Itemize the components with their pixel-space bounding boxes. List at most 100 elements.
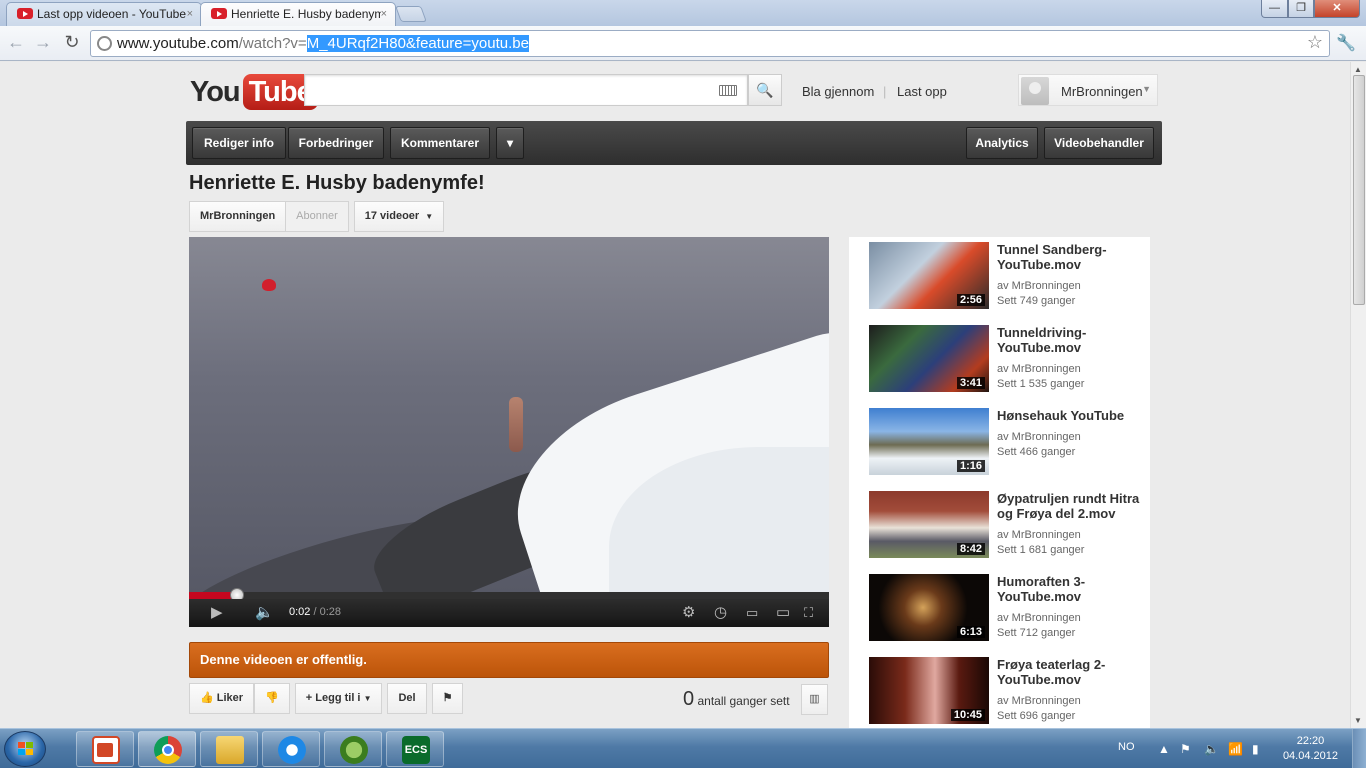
video-title-link[interactable]: Øypatruljen rundt Hitra og Frøya del 2.m… [997,491,1147,521]
taskbar-ie[interactable] [262,731,320,767]
search-input[interactable] [304,74,748,106]
close-window-button[interactable]: ✕ [1314,0,1360,18]
start-button[interactable] [4,731,46,767]
show-desktop-button[interactable] [1352,729,1366,768]
large-player-icon[interactable]: ▭ [776,603,790,621]
more-dropdown-button[interactable]: ▾ [496,127,524,159]
scroll-down-icon[interactable]: ▼ [1354,716,1362,725]
show-hidden-icons-icon[interactable]: ▲ [1158,742,1170,756]
video-thumbnail[interactable]: 2:56 [869,242,989,309]
chevron-down-icon: ▼ [363,694,372,703]
small-player-icon[interactable]: ▭ [746,605,758,621]
progress-bar[interactable] [189,588,829,602]
video-duration: 1:16 [956,460,985,472]
speaker-icon[interactable]: 🔈 [1204,742,1219,756]
dislike-button[interactable]: 👎 [254,683,290,714]
video-thumbnail[interactable]: 10:45 [869,657,989,724]
back-arrow-icon[interactable]: ← [4,31,28,55]
taskbar-ecs[interactable]: ECS [386,731,444,767]
video-title-link[interactable]: Frøya teaterlag 2-YouTube.mov [997,657,1147,687]
bookmark-star-icon[interactable]: ☆ [1307,32,1323,53]
enhancements-button[interactable]: Forbedringer [288,127,384,159]
play-icon[interactable]: ▶ [211,603,223,621]
action-center-flag-icon[interactable]: ⚑ [1180,742,1191,756]
related-video-item[interactable]: 10:45 Frøya teaterlag 2-YouTube.mov av M… [869,657,1149,725]
settings-gear-icon[interactable]: ⚙ [682,603,695,621]
stats-button[interactable]: ▥ [801,684,828,715]
video-person [509,397,523,452]
tab-close-icon[interactable]: × [187,3,193,25]
video-thumbnail[interactable]: 1:16 [869,408,989,475]
scrollbar-thumb[interactable] [1353,75,1365,305]
video-thumbnail[interactable]: 8:42 [869,491,989,558]
flag-button[interactable]: ⚑ [431,683,464,714]
address-bar[interactable]: www.youtube.com/watch?v=M_4URqf2H80&feat… [90,30,1330,57]
related-video-item[interactable]: 3:41 Tunneldriving-YouTube.mov av MrBron… [869,325,1149,393]
new-tab-button[interactable] [395,6,427,22]
thumbs-up-icon: 👍 [200,692,214,704]
maximize-button[interactable]: ❐ [1288,0,1314,18]
related-video-item[interactable]: 2:56 Tunnel Sandberg-YouTube.mov av MrBr… [869,242,1149,310]
related-video-item[interactable]: 6:13 Humoraften 3-YouTube.mov av MrBronn… [869,574,1149,642]
network-signal-icon[interactable]: 📶 [1228,742,1243,756]
upload-link[interactable]: Last opp [897,84,947,99]
watch-later-icon[interactable]: ◷ [714,603,727,621]
video-player[interactable]: ▶ 🔈 0:02 / 0:28 ⚙ ◷ ▭ ▭ ⛶ [189,237,829,627]
clock[interactable]: 22:20 04.04.2012 [1283,734,1338,764]
tab-last-opp-videoen[interactable]: Last opp videoen - YouTube × [6,2,202,26]
video-thumbnail[interactable]: 6:13 [869,574,989,641]
taskbar-explorer[interactable] [200,731,258,767]
taskbar-powerpoint[interactable] [76,731,134,767]
video-uploader[interactable]: av MrBronningen [997,431,1081,443]
thumbs-down-icon: 👎 [265,692,279,704]
channel-bar: MrBronningen Abonner 17 videoer ▼ [189,201,445,232]
taskbar-chrome[interactable] [138,731,196,767]
tab-henriette-video[interactable]: Henriette E. Husby badenymfe! × [200,2,396,26]
video-thumbnail[interactable]: 3:41 [869,325,989,392]
scroll-up-icon[interactable]: ▲ [1354,65,1362,74]
page-scrollbar[interactable]: ▲ ▼ [1350,62,1366,728]
add-to-button[interactable]: + Legg til i ▼ [294,683,383,714]
video-title-link[interactable]: Tunneldriving-YouTube.mov [997,325,1147,355]
volume-icon[interactable]: 🔈 [255,603,274,621]
language-indicator[interactable]: NO [1118,741,1135,753]
subscribe-button[interactable]: Abonner [286,201,349,232]
channel-link[interactable]: MrBronningen [189,201,287,232]
browse-link[interactable]: Bla gjennom [802,84,874,99]
user-menu[interactable]: MrBronningen ▼ [1018,74,1158,106]
comments-button[interactable]: Kommentarer [390,127,490,159]
related-video-item[interactable]: 8:42 Øypatruljen rundt Hitra og Frøya de… [869,491,1149,559]
battery-icon[interactable]: ▮ [1252,742,1259,756]
video-uploader[interactable]: av MrBronningen [997,529,1081,541]
video-uploader[interactable]: av MrBronningen [997,612,1081,624]
keyboard-icon[interactable] [719,85,737,96]
bar-chart-icon: ▥ [809,693,820,705]
wrench-menu-icon[interactable]: 🔧 [1336,33,1356,53]
share-button[interactable]: Del [387,683,427,714]
url-text[interactable]: www.youtube.com/watch?v=M_4URqf2H80&feat… [117,35,529,52]
edit-info-button[interactable]: Rediger info [192,127,286,159]
videos-dropdown[interactable]: 17 videoer ▼ [353,201,445,232]
video-frame[interactable] [189,237,829,592]
video-uploader[interactable]: av MrBronningen [997,280,1081,292]
forward-arrow-icon[interactable]: → [31,31,55,55]
analytics-button[interactable]: Analytics [966,127,1038,159]
video-views: Sett 1 681 ganger [997,544,1085,556]
tab-close-icon[interactable]: × [381,3,387,25]
fullscreen-icon[interactable]: ⛶ [804,605,813,621]
reload-icon[interactable]: ↻ [60,31,84,55]
video-uploader[interactable]: av MrBronningen [997,695,1081,707]
search-button[interactable]: 🔍 [748,74,782,106]
video-title-link[interactable]: Humoraften 3-YouTube.mov [997,574,1147,604]
video-title-link[interactable]: Hønsehauk YouTube [997,408,1147,423]
related-video-item[interactable]: 1:16 Hønsehauk YouTube av MrBronningen S… [869,408,1149,476]
taskbar-spotify[interactable] [324,731,382,767]
like-button[interactable]: 👍 Liker [189,683,255,714]
url-host: www.youtube.com [117,35,239,52]
browser-tabstrip: Last opp videoen - YouTube × Henriette E… [0,0,1366,26]
video-title-link[interactable]: Tunnel Sandberg-YouTube.mov [997,242,1147,272]
youtube-logo[interactable]: You Tube [190,74,318,110]
video-manager-button[interactable]: Videobehandler [1044,127,1154,159]
minimize-button[interactable]: — [1261,0,1288,18]
video-uploader[interactable]: av MrBronningen [997,363,1081,375]
